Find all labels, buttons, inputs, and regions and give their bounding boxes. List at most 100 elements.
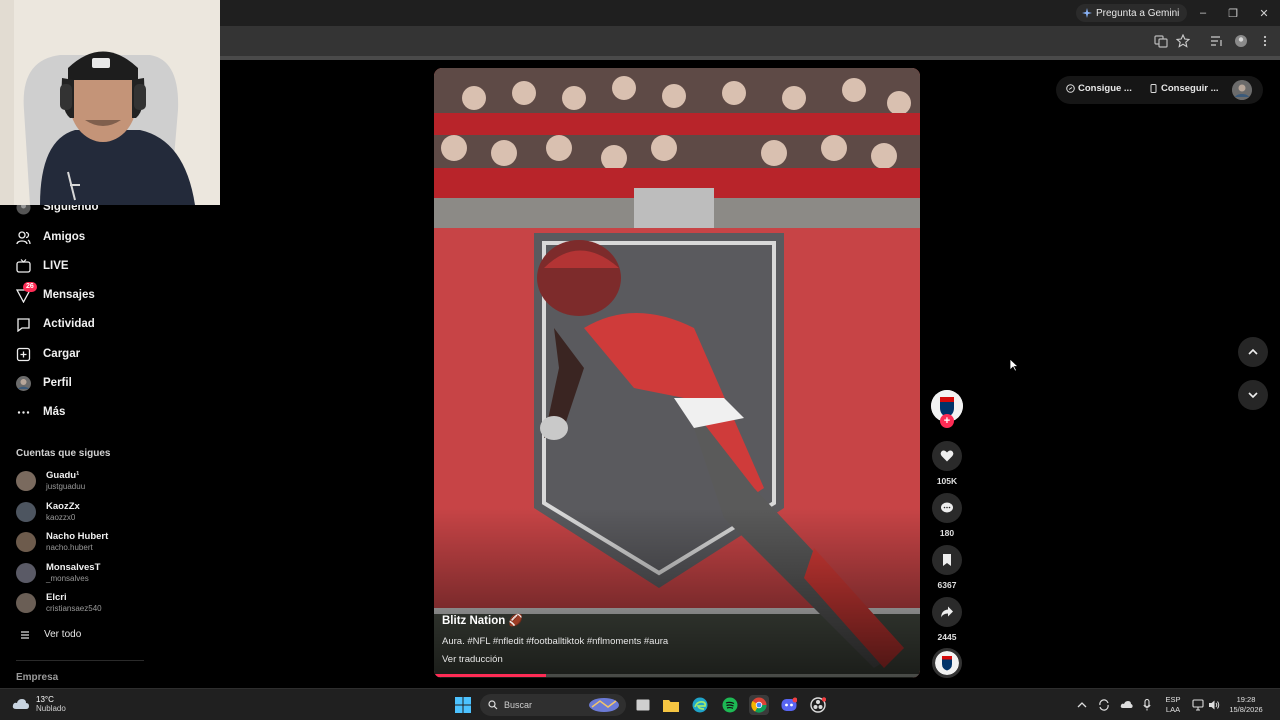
followed-account[interactable]: Guadu¹ justguaduu — [16, 467, 196, 495]
next-video-button[interactable] — [1238, 380, 1268, 410]
sidebar-item-more[interactable]: Más — [16, 402, 65, 422]
sync-icon[interactable] — [1098, 699, 1110, 711]
sidebar-item-label: Cargar — [43, 348, 81, 360]
discord-icon[interactable] — [779, 695, 799, 715]
account-name: Nacho Hubert — [46, 531, 109, 542]
windows-taskbar: 13°C Nublado Buscar ESP LAA 19:28 15/8/2… — [0, 688, 1280, 720]
spotify-icon[interactable] — [720, 695, 740, 715]
music-disc[interactable] — [932, 648, 962, 678]
restore-icon[interactable]: ❐ — [1224, 5, 1242, 21]
messages-icon: 26 — [16, 281, 37, 303]
share-icon — [941, 606, 953, 618]
followed-account[interactable]: MonsalvesT _monsalves — [16, 559, 196, 587]
comment-icon — [941, 502, 953, 513]
network-icon[interactable] — [1192, 699, 1204, 711]
search-icon — [488, 700, 498, 710]
edge-icon[interactable] — [690, 695, 710, 715]
share-count: 2445 — [937, 632, 957, 642]
weather-temp: 13°C — [36, 695, 54, 704]
onedrive-icon[interactable] — [1120, 700, 1133, 709]
phone-icon — [1150, 84, 1157, 93]
clock[interactable]: 19:28 15/8/2026 — [1224, 695, 1268, 715]
get-coins-button[interactable]: Consigue ... — [1066, 83, 1132, 94]
sidebar-divider — [16, 660, 144, 661]
avatar — [16, 563, 36, 583]
save-count: 6367 — [937, 580, 957, 590]
account-handle: nacho.hubert — [46, 543, 93, 552]
chrome-icon[interactable] — [749, 695, 769, 715]
sidebar-item-live[interactable]: LIVE — [16, 256, 69, 276]
language-bottom: LAA — [1165, 705, 1181, 714]
previous-video-button[interactable] — [1238, 337, 1268, 367]
followed-account[interactable]: KaozZx kaozzx0 — [16, 498, 196, 526]
video-progress-fill — [434, 674, 546, 677]
sidebar-item-label: Mensajes — [43, 289, 95, 301]
video-author[interactable]: Blitz Nation 🏈 — [442, 613, 523, 627]
user-avatar[interactable] — [1232, 80, 1252, 100]
taskbar-search[interactable]: Buscar — [480, 694, 626, 716]
bookmark-star-icon[interactable] — [1176, 34, 1190, 48]
close-icon[interactable]: ✕ — [1255, 5, 1273, 21]
obs-icon[interactable] — [808, 695, 828, 715]
cloud-icon — [12, 699, 30, 709]
follow-plus-icon[interactable]: + — [940, 414, 954, 428]
sidebar-item-messages[interactable]: 26 Mensajes — [16, 281, 95, 305]
video-frame — [434, 68, 920, 678]
avatar — [16, 532, 36, 552]
company-link[interactable]: Empresa — [16, 672, 58, 683]
sidebar-item-label: Amigos — [43, 231, 86, 243]
file-explorer-icon[interactable] — [661, 695, 681, 715]
clock-time: 19:28 — [1236, 695, 1256, 704]
gemini-sparkle-icon — [1082, 8, 1092, 18]
microphone-icon[interactable] — [1143, 699, 1151, 711]
windows-start-icon[interactable] — [453, 695, 473, 715]
followed-account[interactable]: Elcri cristiansaez540 — [16, 589, 196, 617]
video-progress-bar[interactable] — [434, 674, 920, 677]
like-button[interactable] — [932, 441, 962, 471]
sidebar-item-label: LIVE — [43, 260, 69, 272]
language-top: ESP — [1165, 695, 1181, 704]
tray-chevron-up-icon[interactable] — [1077, 701, 1087, 709]
comment-count: 180 — [939, 528, 955, 538]
nfl-music-icon — [935, 651, 959, 675]
sidebar-item-label: Actividad — [43, 318, 95, 330]
account-name: KaozZx — [46, 501, 80, 512]
followed-account[interactable]: Nacho Hubert nacho.hubert — [16, 528, 196, 556]
account-handle: justguaduu — [46, 482, 86, 491]
chevron-up-icon — [1248, 348, 1258, 355]
volume-icon[interactable] — [1208, 699, 1220, 711]
get-coins-label: Consigue ... — [1078, 83, 1132, 94]
account-handle: _monsalves — [46, 574, 89, 583]
language-indicator[interactable]: ESP LAA — [1162, 695, 1184, 715]
sidebar-item-label: Más — [43, 406, 66, 418]
see-translation-link[interactable]: Ver traducción — [442, 654, 503, 665]
save-button[interactable] — [932, 545, 962, 575]
weather-condition: Nublado — [36, 704, 66, 713]
sidebar-item-activity[interactable]: Actividad — [16, 314, 95, 334]
profile-icon[interactable] — [1234, 34, 1248, 48]
minimize-icon[interactable]: – — [1194, 5, 1212, 21]
following-section-title: Cuentas que sigues — [16, 448, 111, 459]
translate-icon[interactable] — [1154, 34, 1168, 48]
coin-icon — [1066, 84, 1075, 93]
gemini-button[interactable]: Pregunta a Gemini — [1076, 4, 1188, 22]
mouse-cursor-icon — [1009, 358, 1019, 372]
see-all-link[interactable]: Ver todo — [20, 629, 81, 640]
task-view-icon[interactable] — [633, 695, 653, 715]
messages-badge: 26 — [23, 281, 37, 292]
get-app-button[interactable]: Conseguir ... — [1149, 83, 1219, 94]
account-name: Elcri — [46, 592, 67, 603]
sidebar-item-upload[interactable]: Cargar — [16, 344, 80, 364]
comment-button[interactable] — [932, 493, 962, 523]
video-player[interactable]: Blitz Nation 🏈 Aura. #NFL #nfledit #foot… — [434, 68, 920, 678]
screen: Pregunta a Gemini – ❐ ✕ Siguiendo Amigos… — [0, 0, 1280, 720]
video-caption: Aura. #NFL #nfledit #footballtiktok #nfl… — [442, 636, 669, 647]
share-button[interactable] — [932, 597, 962, 627]
search-highlight-icon — [589, 698, 619, 712]
profile-avatar-icon — [16, 375, 31, 391]
weather-widget[interactable]: 13°C Nublado — [12, 695, 66, 713]
sidebar-item-friends[interactable]: Amigos — [16, 227, 85, 247]
sidebar-item-profile[interactable]: Perfil — [16, 373, 72, 393]
media-control-icon[interactable] — [1210, 34, 1224, 48]
browser-menu-icon[interactable] — [1258, 34, 1272, 48]
